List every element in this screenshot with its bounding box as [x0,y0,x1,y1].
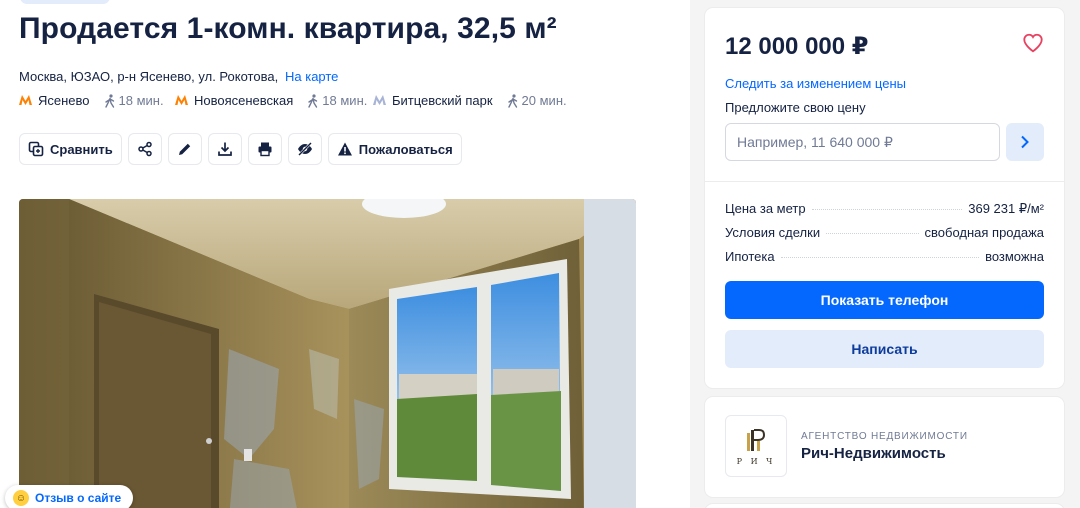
edit-note-button[interactable] [167,133,202,165]
walk-time: 18 мин. [307,93,367,108]
warning-icon [337,142,352,156]
detail-row: Условия сделки свободная продажа [725,225,1044,240]
walk-time: 18 мин. [104,93,164,108]
agency-logo-text: Р И Ч [736,456,776,466]
detail-label: Ипотека [725,249,775,264]
detail-label: Цена за метр [725,201,806,216]
metro-name: Новоясеневская [194,93,294,108]
listing-photo[interactable] [19,199,636,508]
detail-label: Условия сделки [725,225,821,240]
compare-label: Сравнить [50,141,113,157]
divider [705,181,1064,182]
main-content: Продается 1-комн. квартира, 32,5 м² Моск… [0,0,690,508]
walk-icon [507,93,517,108]
price: 12 000 000 ₽ [725,33,869,60]
next-card [705,504,1064,508]
complain-button[interactable]: Пожаловаться [327,133,462,165]
compare-button[interactable]: Сравнить [19,133,122,165]
room-photo-image [19,199,636,508]
favorite-heart-icon[interactable] [1022,32,1044,54]
site-feedback-button[interactable]: ☺ Отзыв о сайте [5,485,134,508]
download-button[interactable] [207,133,242,165]
metro-station-2: Новоясеневская 18 мин. [175,93,367,108]
metro-station-1: Ясенево 18 мин. [19,93,164,108]
agency-card: Р И Ч Агентство недвижимости Рич-Недвижи… [705,397,1064,497]
share-icon [138,141,152,157]
top-chip[interactable] [20,0,110,4]
dotted-leader [826,233,919,234]
smile-icon: ☺ [13,490,29,506]
walk-time: 20 мин. [507,93,567,108]
share-button[interactable] [127,133,162,165]
address: Москва, ЮЗАО, р-н Ясенево, ул. Рокотова, [19,69,279,84]
detail-row: Ипотека возможна [725,249,1044,264]
metro-icon [19,93,32,108]
metro-icon [373,93,386,108]
pencil-icon [178,143,190,155]
chevron-right-icon [1021,135,1029,149]
detail-value: 369 231 ₽/м² [968,201,1044,216]
complain-label: Пожаловаться [358,141,453,157]
map-link[interactable]: На карте [285,69,338,84]
metro-name: Битцевский парк [392,93,493,108]
offer-price-label: Предложите свою цену [725,100,866,115]
metro-station-3: Битцевский парк 20 мин. [373,93,567,108]
offer-price-input[interactable] [725,123,1000,161]
walk-icon [308,93,318,108]
follow-price-link[interactable]: Следить за изменением цены [725,76,906,91]
detail-row: Цена за метр 369 231 ₽/м² [725,201,1044,217]
download-icon [217,142,232,156]
agency-logo-mark [747,428,766,451]
print-button[interactable] [247,133,282,165]
write-message-button[interactable]: Написать [725,330,1044,368]
feedback-label: Отзыв о сайте [35,491,122,505]
compare-icon [28,141,44,157]
printer-icon [258,142,272,157]
agency-type: Агентство недвижимости [801,431,968,442]
dotted-leader [811,209,963,210]
walk-icon [104,93,114,108]
eye-off-icon [297,142,312,156]
action-toolbar: Сравнить Пожаловаться [19,133,462,165]
page-title: Продается 1-комн. квартира, 32,5 м² [19,12,557,45]
agency-logo[interactable]: Р И Ч [725,415,787,477]
agency-name[interactable]: Рич-Недвижимость [801,445,946,462]
detail-value: возможна [985,249,1044,264]
offer-submit-button[interactable] [1006,123,1044,161]
metro-name: Ясенево [38,93,90,108]
detail-value: свободная продажа [924,225,1044,240]
metro-icon [175,93,188,108]
dotted-leader [780,257,980,258]
show-phone-button[interactable]: Показать телефон [725,281,1044,319]
price-card: 12 000 000 ₽ Следить за изменением цены … [705,8,1064,388]
hide-button[interactable] [287,133,322,165]
